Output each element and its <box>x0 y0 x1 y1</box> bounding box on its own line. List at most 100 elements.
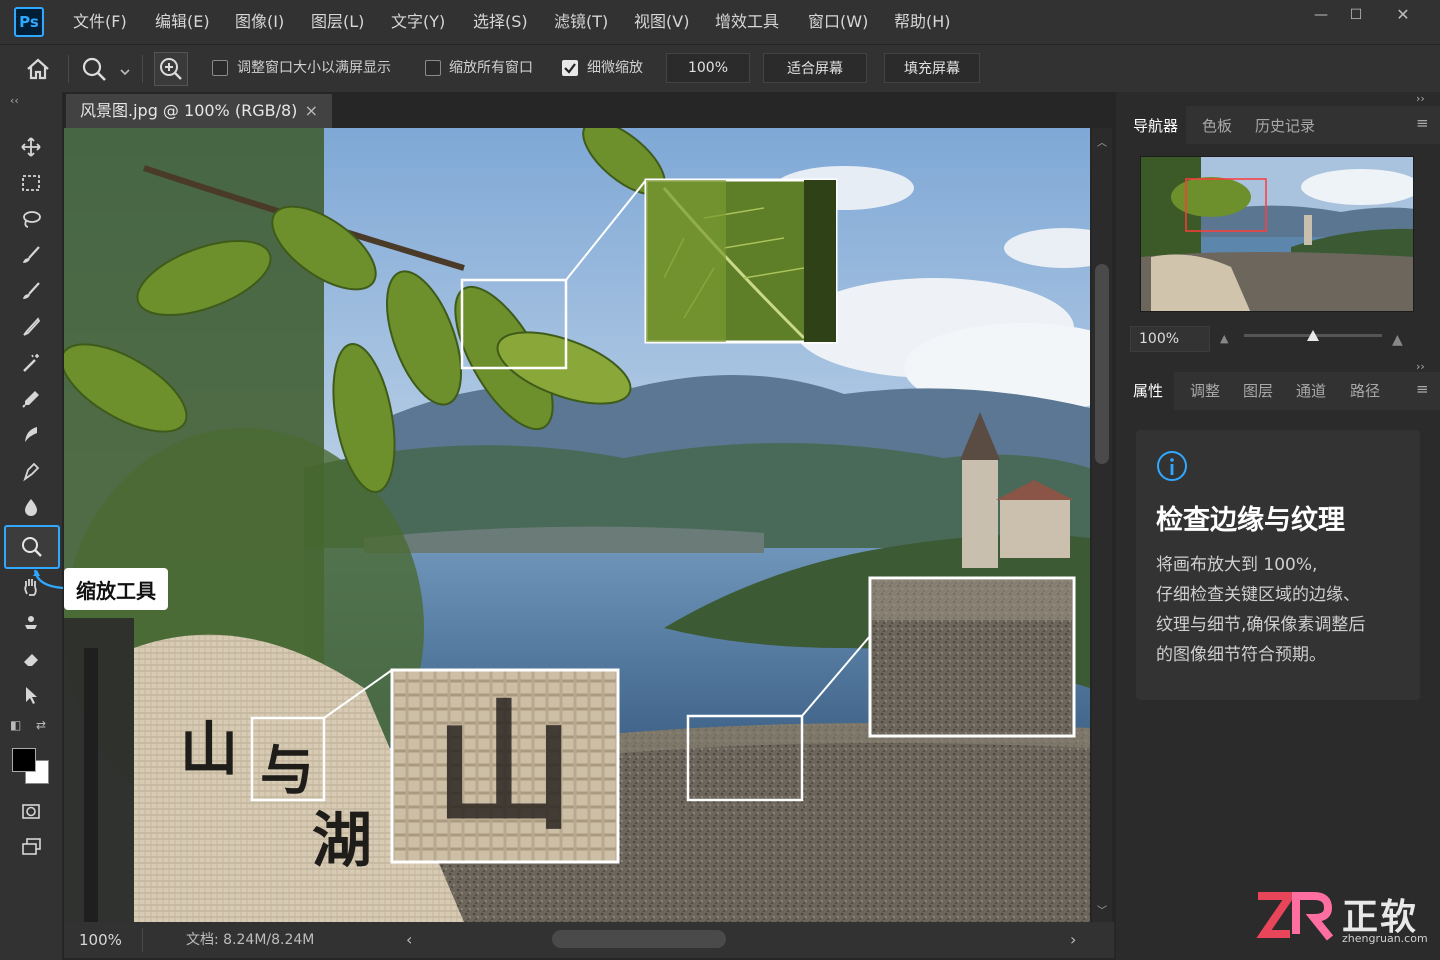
tab-history[interactable]: 历史记录 <box>1255 116 1315 136</box>
document-canvas[interactable]: 山 与 湖 山 <box>64 128 1090 922</box>
watermark-url: zhengruan.com <box>1342 932 1428 945</box>
check-icon <box>564 63 576 74</box>
tab-properties[interactable]: 属性 <box>1133 381 1163 401</box>
tools-panel: ‹‹ ◧ ⇄ <box>0 92 62 960</box>
zoomed-sign-char: 山 <box>434 686 575 850</box>
status-doc-size: 文档: 8.24M/8.24M <box>186 932 315 948</box>
shape-tool-icon[interactable] <box>14 490 48 524</box>
document-tab[interactable]: 风景图.jpg @ 100% (RGB/8) × <box>66 94 332 128</box>
scrubby-zoom-label: 细微缩放 <box>587 60 643 76</box>
fill-screen-button[interactable]: 填充屏幕 <box>884 53 980 83</box>
eyedropper-icon[interactable] <box>14 382 48 416</box>
stamp-tool-icon[interactable] <box>14 606 48 640</box>
sign-char-mountain: 山 <box>180 715 239 783</box>
tooltip-connector <box>33 569 65 594</box>
tab-layers[interactable]: 图层 <box>1243 381 1273 401</box>
menu-help[interactable]: 帮助(H) <box>894 0 951 44</box>
properties-menu-icon[interactable]: ≡ <box>1416 380 1429 398</box>
pencil-tool-icon[interactable] <box>14 310 48 344</box>
paint-brush-icon[interactable] <box>14 274 48 308</box>
scroll-up-icon[interactable]: ︿ <box>1097 134 1107 149</box>
zoom-in-button[interactable] <box>154 52 188 86</box>
menu-filter[interactable]: 滤镜(T) <box>554 0 608 44</box>
foreground-color-swatch[interactable] <box>12 748 36 772</box>
zoom-all-windows-checkbox[interactable] <box>425 60 441 76</box>
info-icon <box>1156 450 1188 482</box>
brush-tool-icon[interactable] <box>14 238 48 272</box>
menu-type[interactable]: 文字(Y) <box>391 0 445 44</box>
sign-char-and: 与 <box>260 738 314 802</box>
magic-wand-icon[interactable] <box>14 346 48 380</box>
navigator-zoom-field[interactable]: 100% <box>1130 326 1210 352</box>
chevron-down-icon[interactable] <box>118 63 132 76</box>
swap-colors-icon[interactable]: ⇄ <box>36 718 46 732</box>
navigator-thumbnail[interactable] <box>1140 156 1414 312</box>
lasso-tool-icon[interactable] <box>14 202 48 236</box>
close-window-button[interactable]: ✕ <box>1388 4 1418 26</box>
menu-plugins[interactable]: 增效工具 <box>715 0 779 44</box>
eraser-tool-icon[interactable] <box>14 642 48 676</box>
panel-menu-icon[interactable]: ≡ <box>1416 114 1429 132</box>
default-colors-icon[interactable]: ◧ <box>10 718 21 732</box>
menu-bar: Ps 文件(F) 编辑(E) 图像(I) 图层(L) 文字(Y) 选择(S) 滤… <box>0 0 1440 44</box>
zoom-tool-button[interactable] <box>4 525 60 569</box>
tab-adjustments[interactable]: 调整 <box>1190 381 1220 401</box>
expand-panels-icon[interactable]: ›› <box>1416 92 1425 105</box>
document-title: 风景图.jpg @ 100% (RGB/8) <box>80 101 298 120</box>
zoom-percentage-field[interactable]: 100% <box>666 53 750 83</box>
maximize-button[interactable]: ☐ <box>1341 4 1371 26</box>
marquee-tool-icon[interactable] <box>14 166 48 200</box>
menu-image[interactable]: 图像(I) <box>235 0 284 44</box>
horizontal-scroll-thumb[interactable] <box>552 930 726 948</box>
zoom-tool-tooltip: 缩放工具 <box>64 568 168 610</box>
status-zoom[interactable]: 100% <box>79 922 122 958</box>
zoom-in-large-icon[interactable]: ▲ <box>1392 332 1403 348</box>
info-card: 检查边缘与纹理 将画布放大到 100%, 仔细检查关键区域的边缘、 纹理与细节,… <box>1136 430 1420 700</box>
home-icon[interactable] <box>24 56 52 82</box>
tab-channels[interactable]: 通道 <box>1296 381 1326 401</box>
pen-tool-icon[interactable] <box>14 454 48 488</box>
status-bar: 100% 文档: 8.24M/8.24M ‹ › <box>64 922 1114 958</box>
quick-mask-icon[interactable] <box>14 794 48 828</box>
menu-file[interactable]: 文件(F) <box>73 0 127 44</box>
info-line-2: 仔细检查关键区域的边缘、 <box>1156 585 1360 605</box>
smudge-tool-icon[interactable] <box>14 418 48 452</box>
scrubby-zoom-checkbox[interactable] <box>562 60 578 76</box>
menu-view[interactable]: 视图(V) <box>634 0 689 44</box>
fit-screen-button[interactable]: 适合屏幕 <box>763 53 867 83</box>
info-body: 将画布放大到 100%, 仔细检查关键区域的边缘、 纹理与细节,确保像素调整后 … <box>1156 550 1365 670</box>
zoom-in-icon <box>160 58 182 80</box>
menu-select[interactable]: 选择(S) <box>473 0 528 44</box>
scroll-left-icon[interactable]: ‹ <box>406 922 412 958</box>
move-tool-icon[interactable] <box>14 130 48 164</box>
tab-navigator[interactable]: 导航器 <box>1133 116 1178 136</box>
properties-tab-bar: 属性 调整 图层 通道 路径 ≡ <box>1116 372 1440 410</box>
zoom-all-windows-label: 缩放所有窗口 <box>449 60 533 76</box>
close-tab-icon[interactable]: × <box>305 94 318 128</box>
collapse-icon[interactable]: ‹‹ <box>10 94 19 107</box>
landscape-photo <box>64 128 1090 922</box>
vertical-scrollbar[interactable]: ︿ ﹀ <box>1092 128 1112 922</box>
minimize-button[interactable]: — <box>1306 4 1336 26</box>
sign-char-lake: 湖 <box>312 806 372 876</box>
path-selection-icon[interactable] <box>14 678 48 712</box>
zoom-out-small-icon[interactable]: ▲ <box>1220 332 1228 345</box>
menu-edit[interactable]: 编辑(E) <box>155 0 210 44</box>
magnifier-icon <box>22 537 42 557</box>
tab-swatches[interactable]: 色板 <box>1202 116 1232 136</box>
vertical-scroll-thumb[interactable] <box>1095 264 1109 464</box>
zoom-slider-knob[interactable] <box>1307 330 1319 341</box>
menu-layer[interactable]: 图层(L) <box>311 0 364 44</box>
navigator-tab-bar: 导航器 色板 历史记录 ≡ <box>1116 106 1440 144</box>
tab-paths[interactable]: 路径 <box>1350 381 1380 401</box>
navigator-zoom-slider[interactable] <box>1244 330 1382 341</box>
scroll-down-icon[interactable]: ﹀ <box>1097 902 1107 917</box>
scroll-right-icon[interactable]: › <box>1070 922 1076 958</box>
info-line-1: 将画布放大到 100%, <box>1156 555 1318 575</box>
resize-windows-label: 调整窗口大小以满屏显示 <box>237 60 391 76</box>
screen-mode-icon[interactable] <box>14 830 48 864</box>
navigator-preview-image <box>1141 157 1413 311</box>
menu-window[interactable]: 窗口(W) <box>808 0 868 44</box>
resize-windows-checkbox[interactable] <box>212 60 228 76</box>
zoom-tool-icon[interactable] <box>80 55 110 83</box>
